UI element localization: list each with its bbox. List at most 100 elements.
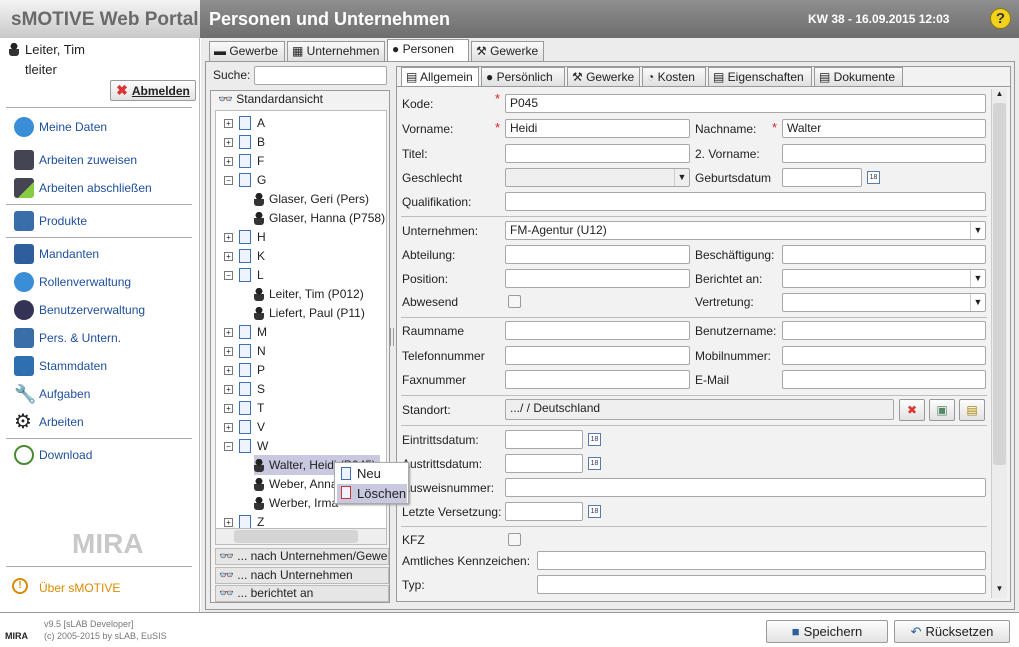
expand-icon[interactable]: + [224, 365, 233, 375]
tree-group[interactable]: + P [224, 360, 265, 380]
tab-allgemein[interactable]: ▤ Allgemein [401, 67, 479, 87]
tree-group[interactable]: + T [224, 398, 264, 418]
unternehmen-field[interactable]: FM-Agentur (U12) ▼ [505, 221, 986, 240]
scroll-down-icon[interactable]: ▼ [992, 584, 1007, 597]
about-link[interactable]: Über sMOTIVE [39, 581, 120, 595]
calendar-icon[interactable]: 18 [867, 171, 880, 184]
clear-button[interactable]: ✖ [899, 399, 925, 421]
tree-group[interactable]: + F [224, 151, 264, 171]
kennzeichen-field[interactable] [537, 551, 986, 570]
nav-arbeiten-abschliessen[interactable]: Arbeiten abschließen [14, 176, 152, 200]
vertretung-field[interactable]: ▼ [782, 293, 986, 312]
tab-persoenlich[interactable]: ● Persönlich [481, 67, 565, 86]
tree-person[interactable]: Werber, Irma [254, 493, 338, 513]
tab-personen[interactable]: ● Personen [387, 39, 469, 62]
versetzung-field[interactable] [505, 502, 583, 521]
help-icon[interactable]: ? [990, 8, 1011, 29]
view-standard[interactable]: 👓 Standardansicht [215, 92, 389, 109]
vertical-scrollbar[interactable]: ▲ ▼ [991, 89, 1007, 598]
tab-eigenschaften[interactable]: ▤ Eigenschaften [708, 67, 812, 86]
view-nach-unternehmen[interactable]: 👓 ... nach Unternehmen [215, 567, 389, 584]
mobil-field[interactable] [782, 346, 986, 365]
kfz-checkbox[interactable] [508, 533, 521, 546]
nav-download[interactable]: Download [14, 443, 92, 467]
nav-benutzerverwaltung[interactable]: Benutzerverwaltung [14, 298, 145, 322]
search-input[interactable] [254, 66, 387, 85]
tree-person[interactable]: Glaser, Geri (Pers) [254, 189, 369, 209]
reset-button[interactable]: ↶ Rücksetzen [894, 620, 1010, 643]
vorname-field[interactable]: Heidi [505, 119, 690, 138]
austritt-field[interactable] [505, 454, 583, 473]
chevron-down-icon[interactable]: ▼ [970, 270, 985, 287]
tab-dokumente[interactable]: ▤ Dokumente [814, 67, 903, 86]
collapse-icon[interactable]: − [224, 270, 233, 280]
tree-group[interactable]: + B [224, 132, 265, 152]
nav-aufgaben[interactable]: 🔧 Aufgaben [14, 382, 90, 406]
nav-stammdaten[interactable]: Stammdaten [14, 354, 107, 378]
qualifikation-field[interactable] [505, 192, 986, 211]
scroll-up-icon[interactable]: ▲ [992, 89, 1007, 102]
kode-field[interactable]: P045 [505, 94, 986, 113]
abteilung-field[interactable] [505, 245, 690, 264]
nav-arbeiten-zuweisen[interactable]: Arbeiten zuweisen [14, 148, 137, 172]
abwesend-checkbox[interactable] [508, 295, 521, 308]
standort-field[interactable]: .../ / Deutschland [505, 399, 894, 420]
expand-icon[interactable]: + [224, 422, 233, 432]
tree-group[interactable]: − L [224, 265, 264, 285]
geschlecht-field[interactable]: ▼ [505, 168, 690, 187]
tree-group[interactable]: − W [224, 436, 268, 456]
nachname-field[interactable]: Walter [782, 119, 986, 138]
berichtet-field[interactable]: ▼ [782, 269, 986, 288]
expand-icon[interactable]: + [224, 118, 233, 128]
tree-person[interactable]: Weber, Anna [254, 474, 338, 494]
typ-field[interactable] [537, 575, 986, 594]
nav-arbeiten[interactable]: ⚙ Arbeiten [14, 410, 84, 434]
nav-mandanten[interactable]: Mandanten [14, 242, 99, 266]
titel-field[interactable] [505, 144, 690, 163]
save-button[interactable]: ■ Speichern [766, 620, 888, 643]
tree-group[interactable]: + N [224, 341, 266, 361]
chevron-down-icon[interactable]: ▼ [674, 169, 689, 186]
scrollbar-thumb[interactable] [234, 530, 358, 543]
vorname2-field[interactable] [782, 144, 986, 163]
expand-icon[interactable]: + [224, 156, 233, 166]
tab-gewerke[interactable]: ⚒ Gewerke [567, 67, 640, 86]
horizontal-scrollbar[interactable] [215, 528, 387, 545]
document-button[interactable]: ▤ [959, 399, 985, 421]
telefon-field[interactable] [505, 346, 690, 365]
tree-group[interactable]: + A [224, 113, 265, 133]
tree-group[interactable]: + S [224, 379, 265, 399]
tab-gewerke[interactable]: ⚒ Gewerke [471, 41, 544, 61]
tree-group[interactable]: + H [224, 227, 266, 247]
ausweis-field[interactable] [505, 478, 986, 497]
tree-person[interactable]: Liefert, Paul (P11) [254, 303, 365, 323]
expand-icon[interactable]: + [224, 384, 233, 394]
tree-group[interactable]: + M [224, 322, 267, 342]
position-field[interactable] [505, 269, 690, 288]
tab-gewerbe[interactable]: ▬ Gewerbe [209, 41, 285, 61]
nav-meine-daten[interactable]: Meine Daten [14, 115, 107, 139]
map-button[interactable]: ▣ [929, 399, 955, 421]
geburtsdatum-field[interactable] [782, 168, 862, 187]
email-field[interactable] [782, 370, 986, 389]
tree-group[interactable]: − G [224, 170, 266, 190]
view-berichtet-an[interactable]: 👓 ... berichtet an [215, 585, 389, 602]
calendar-icon[interactable]: 18 [588, 457, 601, 470]
collapse-icon[interactable]: − [224, 175, 233, 185]
view-nach-unternehmen-gewerbe[interactable]: 👓 ... nach Unternehmen/Gewe [215, 548, 389, 565]
nav-rollenverwaltung[interactable]: Rollenverwaltung [14, 270, 131, 294]
beschaeftigung-field[interactable] [782, 245, 986, 264]
logout-button[interactable]: ✖ Abmelden [110, 80, 196, 101]
chevron-down-icon[interactable]: ▼ [970, 222, 985, 239]
tree-group[interactable]: + K [224, 246, 265, 266]
nav-produkte[interactable]: Produkte [14, 209, 87, 233]
expand-icon[interactable]: + [224, 251, 233, 261]
expand-icon[interactable]: + [224, 403, 233, 413]
expand-icon[interactable]: + [224, 232, 233, 242]
splitter-handle[interactable] [390, 328, 394, 346]
tab-unternehmen[interactable]: ▦ Unternehmen [287, 41, 385, 61]
benutzername-field[interactable] [782, 321, 986, 340]
expand-icon[interactable]: + [224, 517, 233, 527]
raumname-field[interactable] [505, 321, 690, 340]
nav-pers-untern[interactable]: Pers. & Untern. [14, 326, 121, 350]
